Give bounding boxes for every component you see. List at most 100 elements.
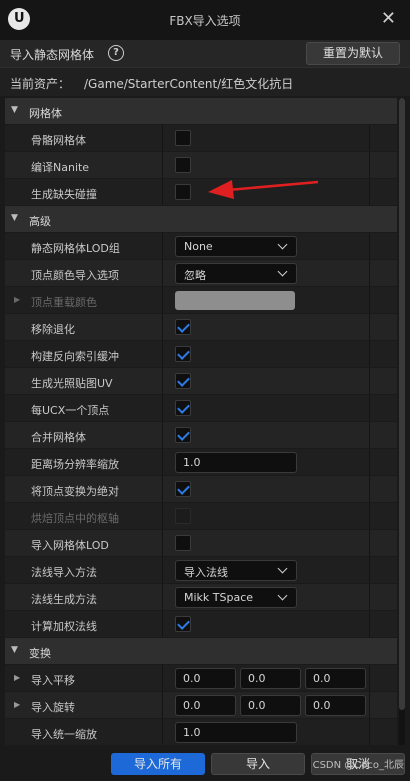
build-nanite-checkbox[interactable] [175,157,191,173]
generate-collision-checkbox[interactable] [175,184,191,200]
close-icon[interactable]: ✕ [381,8,396,30]
property-label: 法线导入方法 [31,566,97,579]
current-asset-label: 当前资产： [10,77,71,91]
property-label: 导入网格体LOD [31,539,109,552]
property-row-normal-generation: 法线生成方法 Mikk TSpace [5,584,397,611]
property-label: 导入平移 [31,674,75,687]
import-button[interactable]: 导入 [211,753,305,775]
property-grid: ▼ 网格体 骨骼网格体 编译Nanite 生成缺失碰撞 ▼ 高级 静态网格体LO… [5,98,397,745]
category-mesh[interactable]: ▼ 网格体 [5,98,397,125]
input-value: 0.0 [183,699,201,712]
property-label: 构建反向索引缓冲 [31,350,119,363]
property-row-combine-meshes: 合并网格体 [5,422,397,449]
property-label: 法线生成方法 [31,593,97,606]
property-row-import-lods: 导入网格体LOD [5,530,397,557]
watermark: CSDN @Coco_北辰 [312,760,404,771]
property-label: 计算加权法线 [31,620,97,633]
property-row-distance-field-scale: 距离场分辨率缩放 1.0 [5,449,397,476]
category-transform[interactable]: ▼ 变换 [5,638,397,665]
scrollbar-thumb[interactable] [399,98,405,710]
property-row-normal-import: 法线导入方法 导入法线 [5,557,397,584]
lod-group-dropdown[interactable]: None [175,236,297,257]
property-row-reversed-index: 构建反向索引缓冲 [5,341,397,368]
chevron-down-icon [277,590,288,601]
property-row-rotation: ▶ 导入旋转 0.0 0.0 0.0 [5,692,397,719]
expand-arrow-icon[interactable]: ▶ [14,295,20,304]
property-label: 导入统一缩放 [31,728,97,741]
title-bar: FBX导入选项 ✕ [0,0,410,40]
translation-x-input[interactable]: 0.0 [175,668,236,689]
category-advanced[interactable]: ▼ 高级 [5,206,397,233]
help-icon[interactable]: ? [108,45,124,61]
current-asset-bar: 当前资产： /Game/StarterContent/红色文化抗日 [0,67,410,96]
collapse-arrow-icon[interactable]: ▼ [11,213,18,223]
import-all-button[interactable]: 导入所有 [111,753,205,775]
expand-arrow-icon[interactable]: ▶ [14,673,20,682]
normal-generation-dropdown[interactable]: Mikk TSpace [175,587,297,608]
transform-vertex-checkbox[interactable] [175,481,191,497]
dropdown-value: 导入法线 [184,566,228,579]
collapse-arrow-icon[interactable]: ▼ [11,105,18,115]
property-label: 顶点重载颜色 [31,296,97,309]
property-row-remove-degenerates: 移除退化 [5,314,397,341]
translation-z-input[interactable]: 0.0 [305,668,366,689]
property-row-uniform-scale: 导入统一缩放 1.0 [5,719,397,745]
input-value: 0.0 [248,672,266,685]
collapse-arrow-icon[interactable]: ▼ [11,645,18,655]
category-label: 高级 [29,215,51,228]
color-swatch [175,291,295,310]
reset-to-default-button[interactable]: 重置为默认 [306,42,400,65]
input-value: 1.0 [183,456,201,469]
uniform-scale-input[interactable]: 1.0 [175,722,297,743]
dropdown-value: Mikk TSpace [184,591,254,604]
expand-arrow-icon[interactable]: ▶ [14,700,20,709]
property-label: 静态网格体LOD组 [31,242,120,255]
weighted-normals-checkbox[interactable] [175,616,191,632]
normal-import-dropdown[interactable]: 导入法线 [175,560,297,581]
category-label: 变换 [29,647,51,660]
translation-y-input[interactable]: 0.0 [240,668,301,689]
property-row-lod-group: 静态网格体LOD组 None [5,233,397,260]
property-label: 合并网格体 [31,431,86,444]
bake-pivot-checkbox [175,508,191,524]
rotation-x-input[interactable]: 0.0 [175,695,236,716]
property-row-translation: ▶ 导入平移 0.0 0.0 0.0 [5,665,397,692]
window-title: FBX导入选项 [169,14,241,28]
lightmap-uv-checkbox[interactable] [175,373,191,389]
input-value: 0.0 [248,699,266,712]
property-row-generate-collision: 生成缺失碰撞 [5,179,397,206]
chevron-down-icon [277,563,288,574]
one-convex-per-ucx-checkbox[interactable] [175,400,191,416]
property-label: 烘焙顶点中的枢轴 [31,512,119,525]
property-label: 每UCX一个顶点 [31,404,110,417]
distance-field-scale-input[interactable]: 1.0 [175,452,297,473]
scrollbar[interactable] [399,98,405,745]
property-label: 导入旋转 [31,701,75,714]
rotation-z-input[interactable]: 0.0 [305,695,366,716]
rotation-y-input[interactable]: 0.0 [240,695,301,716]
property-label: 生成缺失碰撞 [31,188,97,201]
combine-meshes-checkbox[interactable] [175,427,191,443]
current-asset-path: /Game/StarterContent/红色文化抗日 [84,77,294,91]
remove-degenerates-checkbox[interactable] [175,319,191,335]
skeletal-mesh-checkbox[interactable] [175,130,191,146]
options-header: 导入静态网格体 ? 重置为默认 [0,40,410,67]
property-label: 移除退化 [31,323,75,336]
property-label: 生成光照贴图UV [31,377,113,390]
property-label: 编译Nanite [31,161,90,174]
property-row-lightmap-uv: 生成光照贴图UV [5,368,397,395]
input-value: 0.0 [313,672,331,685]
chevron-down-icon [277,239,288,250]
dropdown-value: 忽略 [184,269,206,282]
import-lods-checkbox[interactable] [175,535,191,551]
property-label: 骨骼网格体 [31,134,86,147]
property-label: 距离场分辨率缩放 [31,458,119,471]
property-row-bake-pivot: 烘焙顶点中的枢轴 [5,503,397,530]
vertex-color-dropdown[interactable]: 忽略 [175,263,297,284]
property-row-vertex-color: 顶点颜色导入选项 忽略 [5,260,397,287]
input-value: 1.0 [183,726,201,739]
reversed-index-checkbox[interactable] [175,346,191,362]
property-label: 将顶点变换为绝对 [31,485,119,498]
property-row-skeletal-mesh: 骨骼网格体 [5,125,397,152]
input-value: 0.0 [183,672,201,685]
